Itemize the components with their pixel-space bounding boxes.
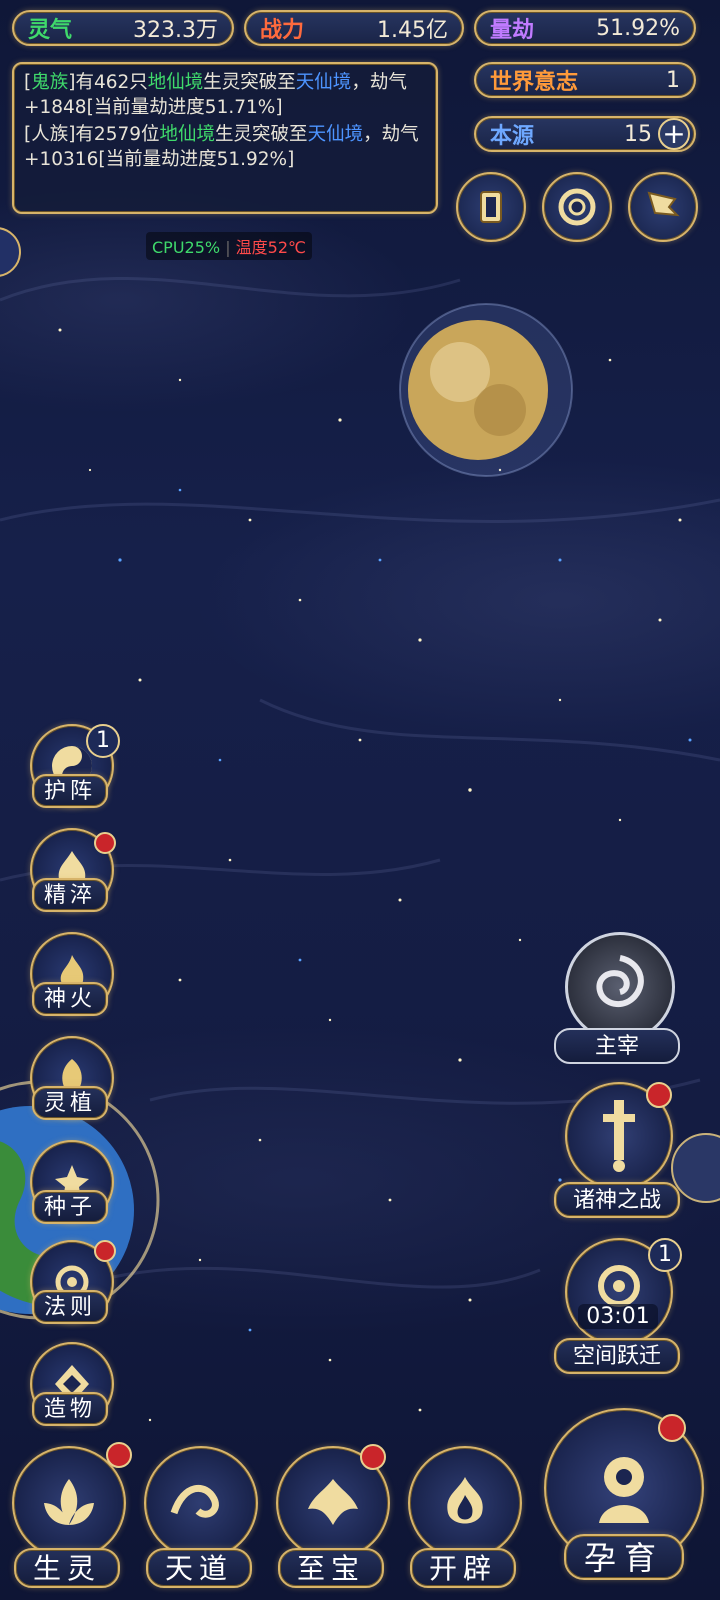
womb-icon — [599, 1457, 649, 1523]
menu-huzhen[interactable]: 护阵 1 — [24, 724, 120, 808]
zhanli-value: 1.45亿 — [377, 18, 448, 43]
notification-dot — [94, 1240, 116, 1262]
vortex-icon — [558, 188, 596, 226]
phoenix-icon — [308, 1479, 358, 1525]
flame-icon — [447, 1477, 483, 1524]
wave-icon — [170, 1484, 219, 1518]
event-log: [鬼族]有462只地仙境生灵突破至天仙境，劫气+1848[当前量劫进度51.71… — [12, 62, 438, 214]
lotus-icon — [44, 1479, 94, 1525]
nav-shengling[interactable]: 生灵 — [8, 1442, 132, 1592]
menu-zaowu[interactable]: 造物 — [24, 1342, 116, 1426]
race-name: 鬼族 — [31, 72, 69, 93]
notification-dot — [106, 1442, 132, 1468]
liangjie-label: 量劫 — [490, 18, 535, 43]
flag-icon — [647, 191, 680, 217]
notification-dot — [94, 832, 116, 854]
jingcui-label: 精淬 — [32, 878, 108, 912]
benyuan-stat[interactable]: 本源 15 + — [474, 116, 696, 152]
notification-dot — [658, 1414, 686, 1442]
shenhuo-label: 神火 — [32, 982, 108, 1016]
menu-jingcui[interactable]: 精淬 — [24, 828, 116, 912]
lingqi-stat[interactable]: 灵气 323.3万 — [12, 10, 234, 46]
yunyu-label: 孕育 — [564, 1534, 684, 1580]
kongjian-count-badge: 1 — [648, 1238, 682, 1272]
huzhen-label: 护阵 — [32, 774, 108, 808]
add-benyuan-button[interactable]: + — [658, 118, 690, 150]
benyuan-value: 15 — [624, 121, 652, 147]
separator: | — [225, 238, 231, 257]
menu-faze[interactable]: 法则 — [24, 1240, 116, 1324]
world-will-stat[interactable]: 世界意志 1 — [474, 62, 696, 98]
vortex-button[interactable] — [542, 172, 612, 242]
benyuan-label: 本源 — [490, 124, 535, 149]
zhanli-label: 战力 — [260, 18, 305, 43]
transition-timer: 03:01 — [578, 1304, 658, 1329]
tiandao-ring — [144, 1446, 258, 1560]
menu-kongjian-yueqian[interactable]: 03:01 空间跃迁 1 — [554, 1238, 682, 1374]
liangjie-value: 51.92% — [596, 15, 680, 41]
card-icon — [480, 191, 502, 223]
realm-from: 地仙境 — [159, 124, 216, 145]
tiandao-label: 天道 — [146, 1548, 252, 1588]
notification-dot — [646, 1082, 672, 1108]
performance-overlay: CPU25% | 温度52℃ — [146, 232, 313, 260]
menu-shenhuo[interactable]: 神火 — [24, 932, 116, 1016]
menu-zhuzai[interactable]: 主宰 — [554, 932, 680, 1064]
kongjian-label: 空间跃迁 — [554, 1338, 680, 1374]
realm-to: 天仙境 — [295, 72, 352, 93]
menu-zhushen-zhizhan[interactable]: 诸神之战 — [554, 1082, 680, 1218]
nav-kaipi[interactable]: 开辟 — [404, 1442, 522, 1592]
realm-from: 地仙境 — [147, 72, 204, 93]
lingqi-value: 323.3万 — [133, 18, 218, 43]
world-will-value: 1 — [666, 67, 680, 93]
zaowu-label: 造物 — [32, 1392, 108, 1426]
menu-lingzhi[interactable]: 灵植 — [24, 1036, 116, 1120]
temperature: 温度52℃ — [235, 238, 307, 257]
card-button[interactable] — [456, 172, 526, 242]
kaipi-ring — [408, 1446, 522, 1560]
lingzhi-label: 灵植 — [32, 1086, 108, 1120]
liangjie-stat[interactable]: 量劫 51.92% — [474, 10, 696, 46]
nav-tiandao[interactable]: 天道 — [140, 1442, 258, 1592]
dragon-emblem-icon — [596, 955, 644, 1007]
zhuzai-label: 主宰 — [554, 1028, 680, 1064]
faze-label: 法则 — [32, 1290, 108, 1324]
zhuzai-ring — [565, 932, 675, 1042]
huzhen-count-badge: 1 — [86, 724, 120, 758]
zhibao-label: 至宝 — [278, 1548, 384, 1588]
nav-zhibao[interactable]: 至宝 — [272, 1442, 390, 1592]
zhushen-label: 诸神之战 — [554, 1182, 680, 1218]
flag-button[interactable] — [628, 172, 698, 242]
nav-yunyu[interactable]: 孕育 — [540, 1404, 710, 1594]
log-message: [鬼族]有462只地仙境生灵突破至天仙境，劫气+1848[当前量劫进度51.71… — [24, 72, 407, 118]
sword-icon — [603, 1100, 635, 1172]
world-will-label: 世界意志 — [490, 70, 579, 95]
notification-dot — [360, 1444, 386, 1470]
shengling-label: 生灵 — [14, 1548, 120, 1588]
lingqi-label: 灵气 — [28, 18, 73, 43]
realm-to: 天仙境 — [307, 124, 364, 145]
zhongzi-label: 种子 — [32, 1190, 108, 1224]
log-message: [人族]有2579位地仙境生灵突破至天仙境，劫气+10316[当前量劫进度51.… — [24, 124, 419, 170]
menu-zhongzi[interactable]: 种子 — [24, 1140, 116, 1224]
zhanli-stat[interactable]: 战力 1.45亿 — [244, 10, 464, 46]
kaipi-label: 开辟 — [410, 1548, 516, 1588]
cpu-usage: CPU25% — [152, 238, 221, 257]
